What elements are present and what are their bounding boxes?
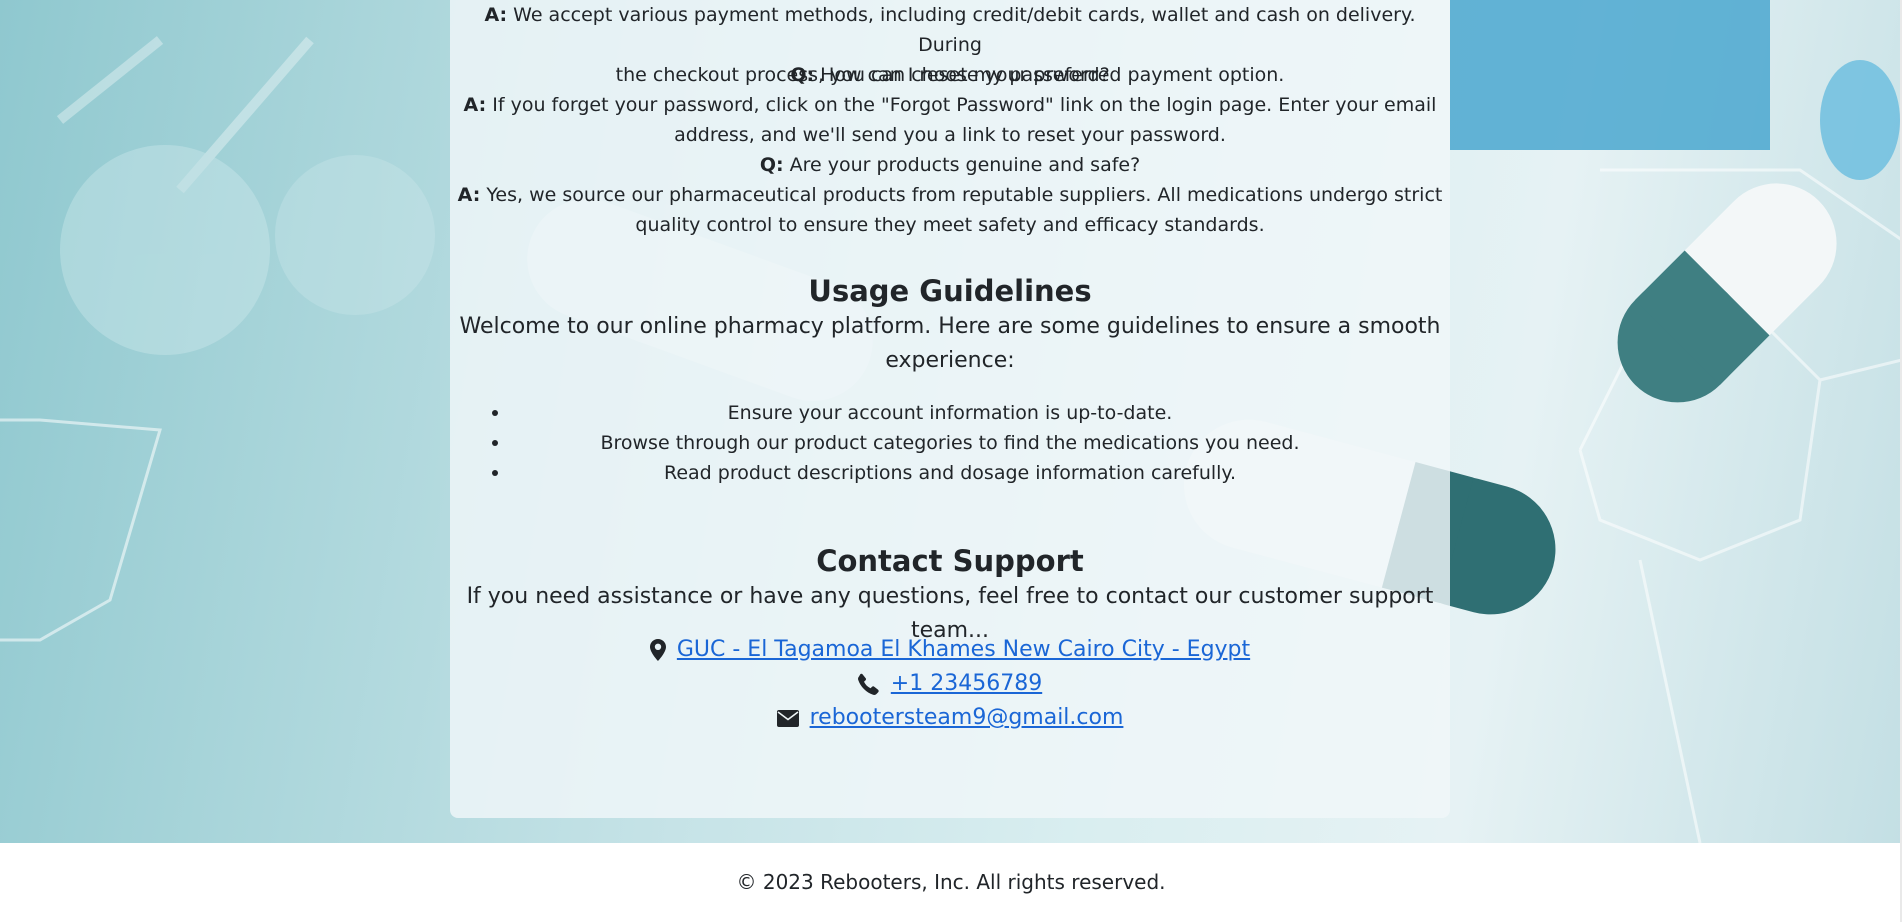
answer-prefix: A: (463, 94, 487, 116)
list-item-text: Ensure your account information is up-to… (727, 402, 1173, 424)
question-text: How can I reset my password? (820, 64, 1110, 86)
answer-text-line: We accept various payment methods, inclu… (513, 4, 1416, 56)
answer-text-line: Yes, we source our pharmaceutical produc… (486, 184, 1443, 206)
answer-prefix: A: (457, 184, 481, 206)
email-link[interactable]: rebootersteam9@gmail.com (810, 705, 1124, 730)
help-content-panel: A: We accept various payment methods, in… (450, 0, 1450, 818)
intro-line: Welcome to our online pharmacy platform.… (459, 314, 1441, 339)
question-text: Are your products genuine and safe? (789, 154, 1141, 176)
list-item: Browse through our product categories to… (450, 428, 1450, 458)
answer-text-line: If you forget your password, click on th… (492, 94, 1437, 116)
contact-phone-row: +1 23456789 (450, 667, 1450, 701)
usage-guidelines-intro: Welcome to our online pharmacy platform.… (450, 310, 1450, 378)
contact-support-heading: Contact Support (816, 544, 1084, 578)
bullet-icon (492, 410, 498, 416)
map-marker-icon (649, 639, 666, 661)
faq-question-genuine: Q: Are your products genuine and safe? (450, 150, 1450, 180)
contact-email-row: rebootersteam9@gmail.com (450, 701, 1450, 735)
phone-link[interactable]: +1 23456789 (891, 671, 1042, 696)
envelope-icon (776, 709, 799, 727)
bullet-icon (492, 470, 498, 476)
bullet-icon (492, 440, 498, 446)
contact-address-row: GUC - El Tagamoa El Khames New Cairo Cit… (450, 633, 1450, 667)
question-prefix: Q: (790, 64, 815, 86)
question-prefix: Q: (759, 154, 784, 176)
list-item: Read product descriptions and dosage inf… (450, 458, 1450, 488)
list-item: Ensure your account information is up-to… (450, 398, 1450, 428)
answer-text-line: address, and we'll send you a link to re… (674, 124, 1226, 146)
answer-text-line: quality control to ensure they meet safe… (635, 214, 1265, 236)
faq-question-password: Q: How can I reset my password? (450, 60, 1450, 90)
phone-icon (857, 673, 879, 695)
copyright-text: © 2023 Rebooters, Inc. All rights reserv… (736, 870, 1166, 894)
address-link[interactable]: GUC - El Tagamoa El Khames New Cairo Cit… (677, 637, 1250, 662)
intro-line: experience: (885, 348, 1015, 373)
list-item-text: Browse through our product categories to… (600, 432, 1300, 454)
faq-answer-genuine: A: Yes, we source our pharmaceutical pro… (450, 180, 1450, 240)
answer-prefix: A: (484, 4, 508, 26)
faq-answer-password: A: If you forget your password, click on… (450, 90, 1450, 150)
list-item-text: Read product descriptions and dosage inf… (663, 462, 1236, 484)
page: A: We accept various payment methods, in… (0, 0, 1902, 922)
usage-guidelines-list: Ensure your account information is up-to… (450, 398, 1450, 488)
usage-guidelines-heading: Usage Guidelines (808, 274, 1092, 308)
hero-background: A: We accept various payment methods, in… (0, 0, 1902, 843)
footer: © 2023 Rebooters, Inc. All rights reserv… (0, 843, 1902, 922)
